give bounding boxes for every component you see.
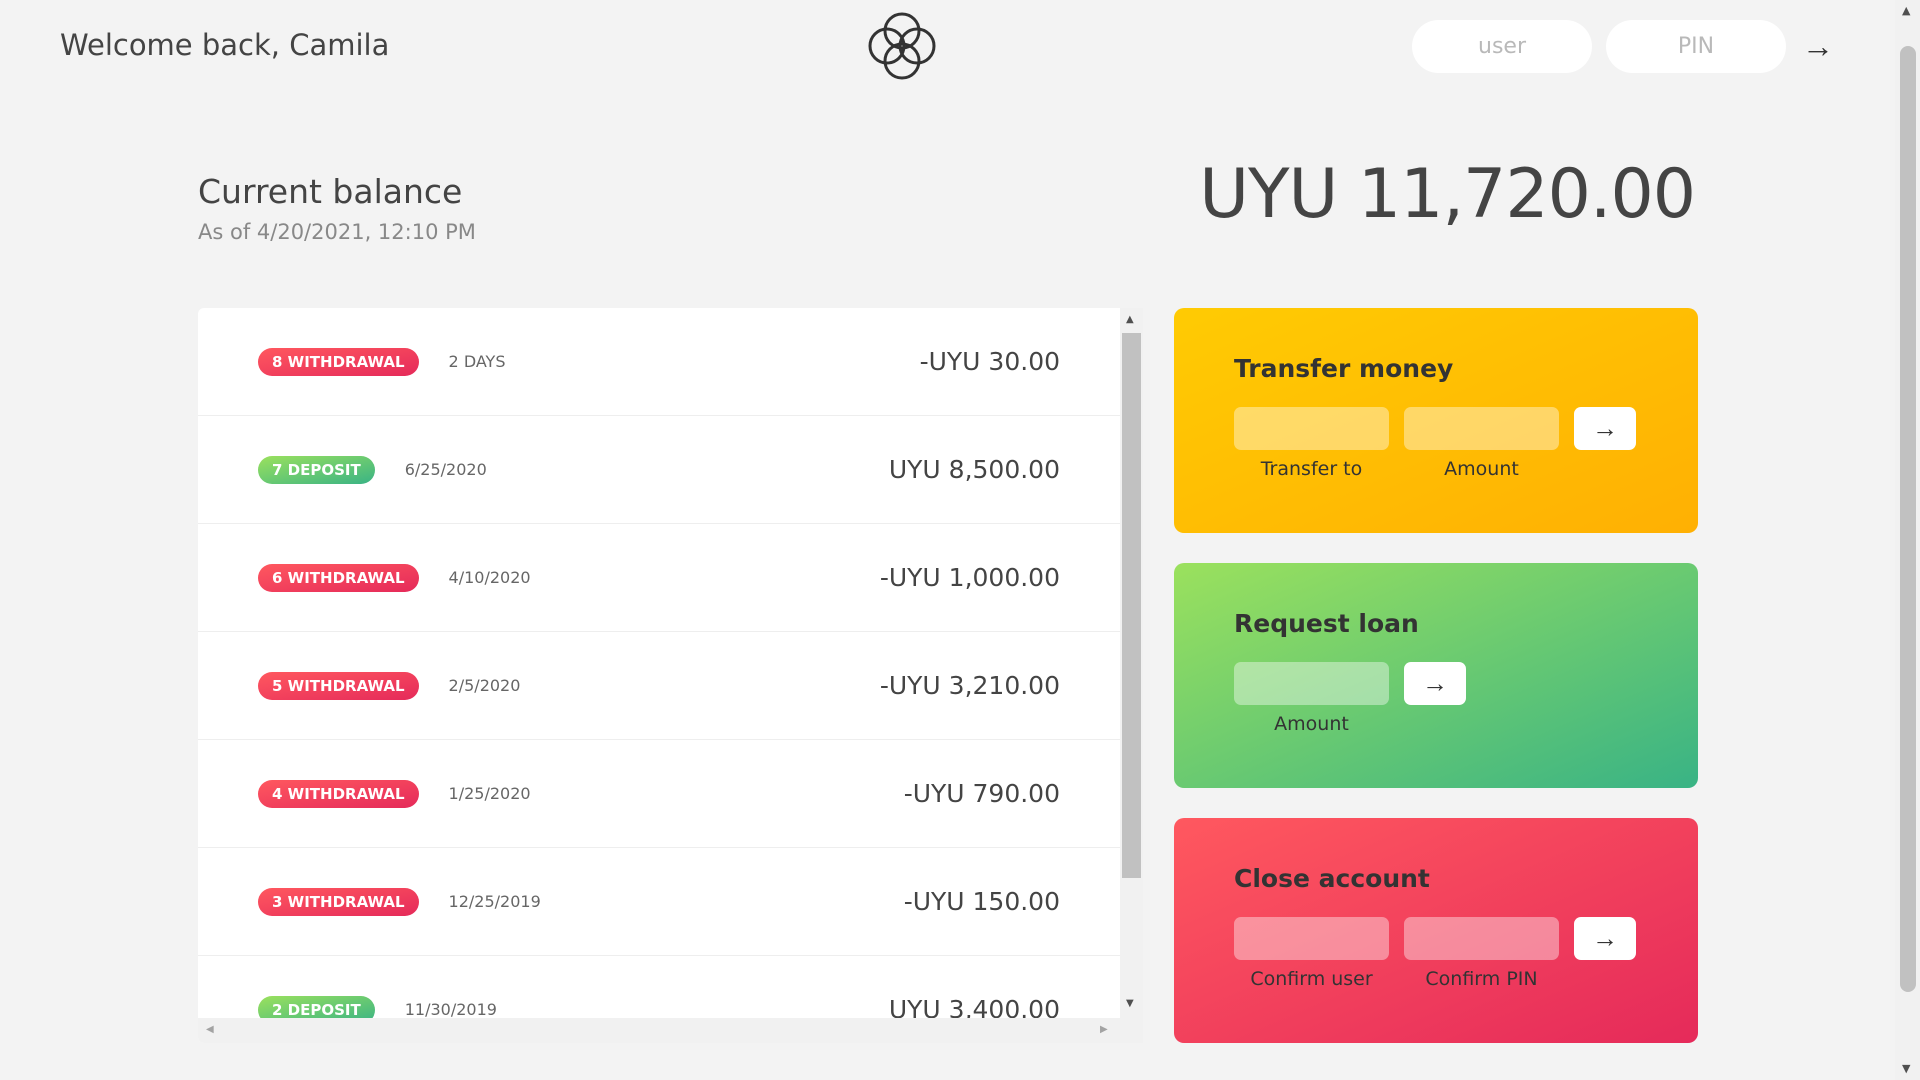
close-pin-input[interactable] <box>1404 917 1559 960</box>
movement-row: 3 withdrawal 12/25/2019 -UYU 150.00 <box>198 848 1120 956</box>
loan-amount-label: Amount <box>1274 713 1349 735</box>
transfer-money-card: Transfer money Transfer to Amount → <box>1174 308 1698 533</box>
balance-label: Current balance <box>198 172 463 211</box>
movements-panel[interactable]: 8 withdrawal 2 days -UYU 30.00 7 deposit… <box>198 308 1143 1043</box>
movement-value: UYU 8,500.00 <box>888 455 1060 484</box>
login-user-input[interactable] <box>1412 20 1592 73</box>
request-loan-card: Request loan Amount → <box>1174 563 1698 788</box>
movement-date: 6/25/2020 <box>404 460 487 479</box>
login-pin-input[interactable] <box>1606 20 1786 73</box>
transfer-amount-input[interactable] <box>1404 407 1559 450</box>
movement-row: 5 withdrawal 2/5/2020 -UYU 3,210.00 <box>198 632 1120 740</box>
transfer-title: Transfer money <box>1234 354 1454 383</box>
close-account-card: Close account Confirm user Confirm PIN → <box>1174 818 1698 1043</box>
movement-type-badge: 3 withdrawal <box>258 887 419 916</box>
movement-value: -UYU 150.00 <box>903 887 1060 916</box>
balance-value: UYU 11,720.00 <box>1199 155 1696 234</box>
scroll-down-icon[interactable]: ▼ <box>1126 998 1134 1009</box>
close-pin-label: Confirm PIN <box>1425 968 1538 990</box>
movements-vertical-scrollbar[interactable]: ▲ ▼ <box>1120 308 1143 1043</box>
movement-value: UYU 3,400.00 <box>888 995 1060 1018</box>
transfer-amount-label: Amount <box>1444 458 1519 480</box>
scroll-up-icon[interactable]: ▲ <box>1126 314 1134 325</box>
close-title: Close account <box>1234 864 1430 893</box>
movements-list: 8 withdrawal 2 days -UYU 30.00 7 deposit… <box>198 308 1120 1018</box>
movement-date: 4/10/2020 <box>448 568 531 587</box>
movement-row: 8 withdrawal 2 days -UYU 30.00 <box>198 308 1120 416</box>
balance-date: As of 4/20/2021, 12:10 PM <box>198 220 476 244</box>
movement-row: 4 withdrawal 1/25/2020 -UYU 790.00 <box>198 740 1120 848</box>
page-scroll-down-icon[interactable]: ▼ <box>1902 1062 1910 1075</box>
scrollbar-thumb[interactable] <box>1122 333 1141 878</box>
movement-date: 1/25/2020 <box>448 784 531 803</box>
movement-date: 11/30/2019 <box>404 1000 497 1018</box>
loan-submit-button[interactable]: → <box>1404 662 1466 705</box>
transfer-to-input[interactable] <box>1234 407 1389 450</box>
movement-value: -UYU 3,210.00 <box>879 671 1060 700</box>
movement-type-badge: 5 withdrawal <box>258 671 419 700</box>
movement-date: 2 days <box>448 352 506 371</box>
login-button[interactable]: → <box>1796 26 1840 66</box>
movement-date: 12/25/2019 <box>448 892 541 911</box>
movement-value: -UYU 1,000.00 <box>879 563 1060 592</box>
four-circle-logo-icon <box>868 12 936 80</box>
close-user-label: Confirm user <box>1250 968 1373 990</box>
movement-type-badge: 6 withdrawal <box>258 563 419 592</box>
movement-type-badge: 8 withdrawal <box>258 347 419 376</box>
welcome-message: Welcome back, Camila <box>60 28 390 62</box>
movements-horizontal-scrollbar[interactable]: ◀ ▶ <box>198 1018 1120 1043</box>
scroll-right-icon[interactable]: ▶ <box>1100 1024 1108 1035</box>
close-user-input[interactable] <box>1234 917 1389 960</box>
movement-date: 2/5/2020 <box>448 676 521 695</box>
movement-row: 6 withdrawal 4/10/2020 -UYU 1,000.00 <box>198 524 1120 632</box>
movement-type-badge: 2 deposit <box>258 995 375 1018</box>
movement-value: -UYU 30.00 <box>919 347 1060 376</box>
page-scrollbar[interactable]: ▲ ▼ <box>1895 0 1920 1080</box>
page-scroll-up-icon[interactable]: ▲ <box>1902 4 1910 17</box>
movement-row: 7 deposit 6/25/2020 UYU 8,500.00 <box>198 416 1120 524</box>
movement-type-badge: 4 withdrawal <box>258 779 419 808</box>
transfer-to-label: Transfer to <box>1260 458 1363 480</box>
movement-type-badge: 7 deposit <box>258 455 375 484</box>
movement-value: -UYU 790.00 <box>903 779 1060 808</box>
scroll-left-icon[interactable]: ◀ <box>206 1024 214 1035</box>
movement-row: 2 deposit 11/30/2019 UYU 3,400.00 <box>198 956 1120 1018</box>
loan-title: Request loan <box>1234 609 1419 638</box>
page-scrollbar-thumb[interactable] <box>1900 46 1916 992</box>
loan-amount-input[interactable] <box>1234 662 1389 705</box>
close-submit-button[interactable]: → <box>1574 917 1636 960</box>
transfer-submit-button[interactable]: → <box>1574 407 1636 450</box>
